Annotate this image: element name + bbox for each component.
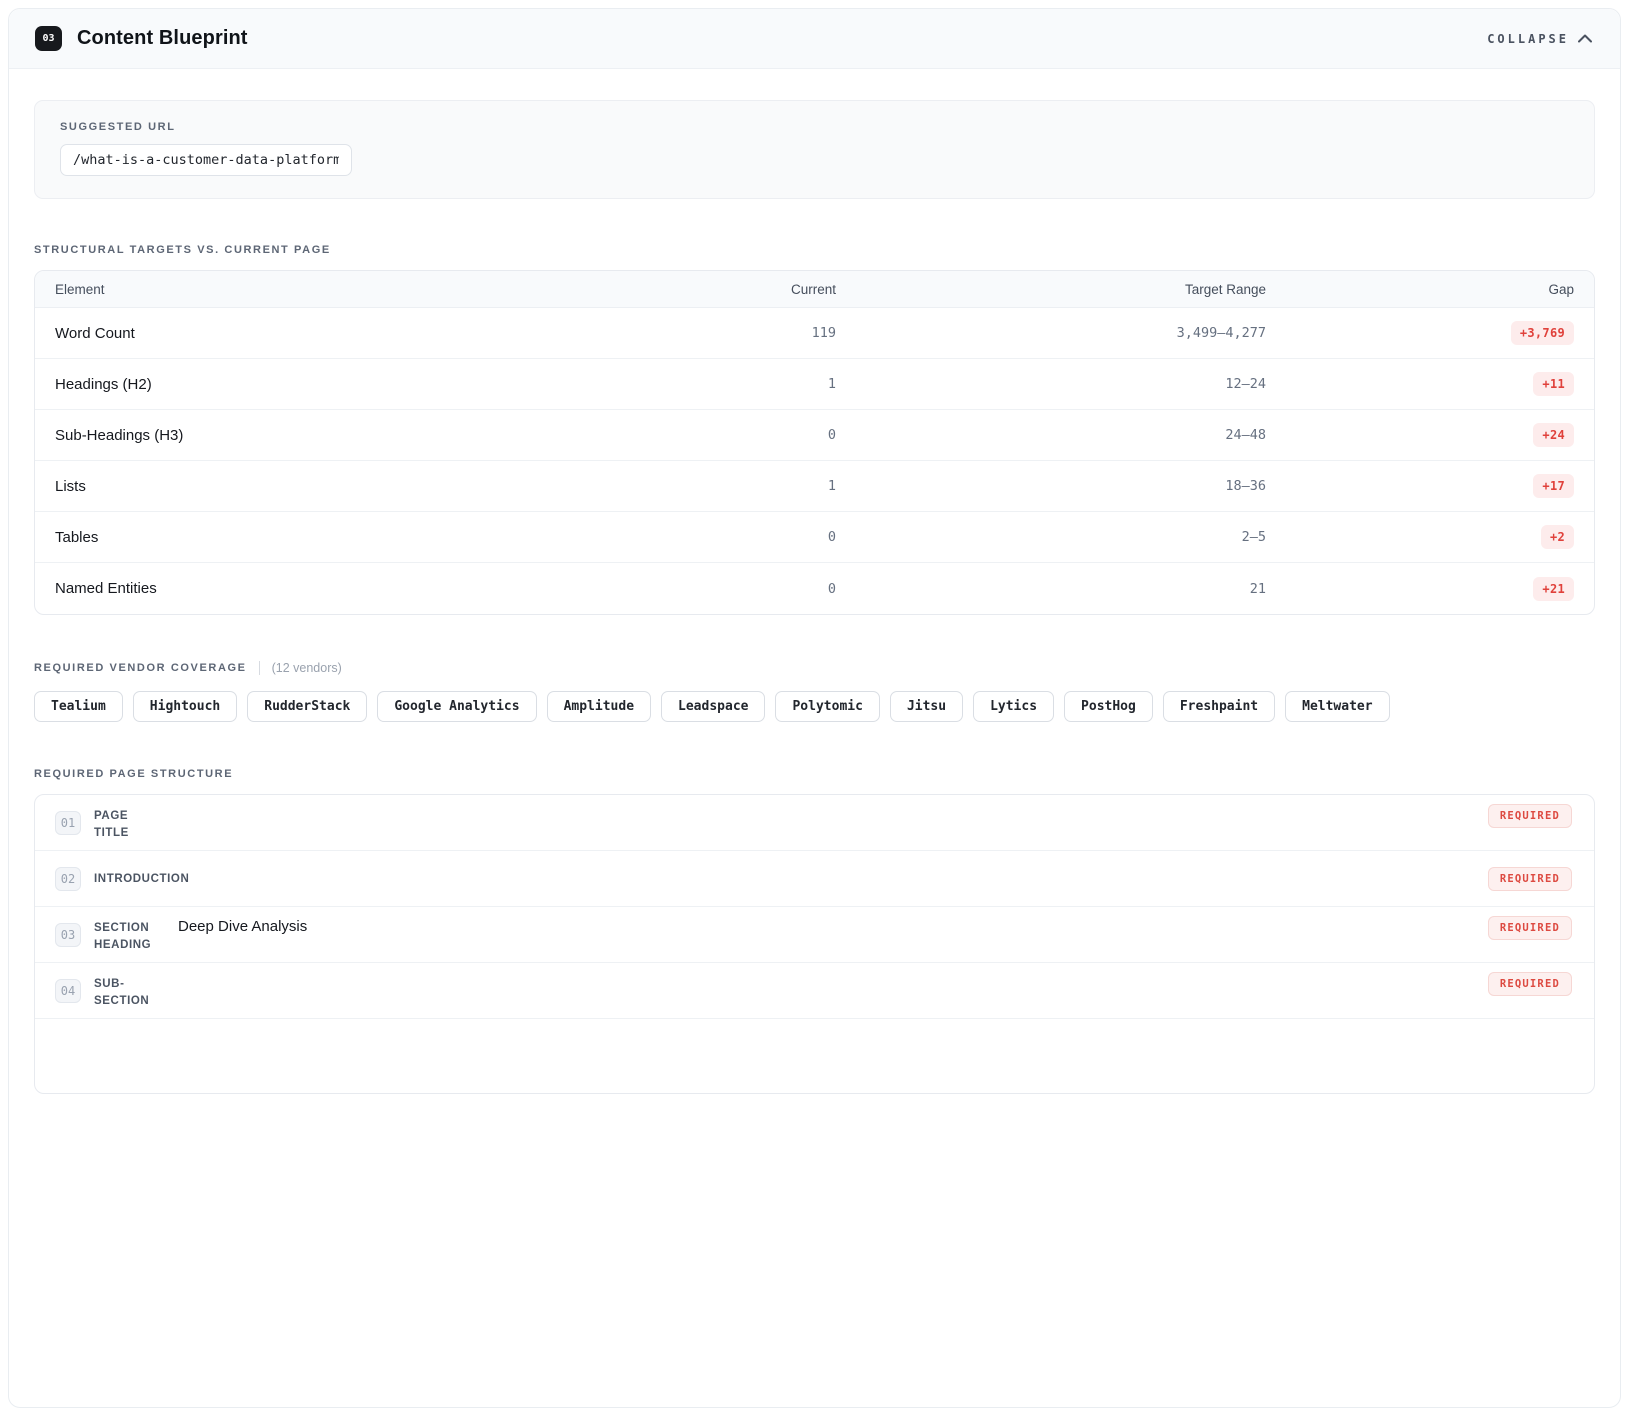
vendor-chip[interactable]: Tealium [34,691,123,722]
current-value: 1 [666,376,836,392]
suggested-url-card: SUGGESTED URL [34,100,1595,199]
structure-row: 03 SECTION HEADING Deep Dive Analysis RE… [35,907,1594,963]
vendor-chip[interactable]: Freshpaint [1163,691,1275,722]
target-range-value: 3,499–4,277 [836,325,1266,341]
structure-row: 04 SUB-SECTION REQUIRED [35,963,1594,1019]
gap-badge: +21 [1533,577,1574,601]
target-range-value: 12–24 [836,376,1266,392]
table-row: Named Entities 0 21 +21 [35,563,1594,614]
gap-badge: +24 [1533,423,1574,447]
current-value: 119 [666,325,836,341]
vendor-chip[interactable]: RudderStack [247,691,367,722]
vendor-chip-list: Tealium Hightouch RudderStack Google Ana… [34,691,1595,722]
vendor-chip[interactable]: Jitsu [890,691,963,722]
page-structure-label: REQUIRED PAGE STRUCTURE [34,768,1595,780]
structure-row-content: SUB-SECTION REQUIRED [94,972,1572,1009]
current-value: 0 [666,581,836,597]
element-name: Lists [55,478,666,495]
vendor-chip[interactable]: Polytomic [775,691,879,722]
vendor-chip[interactable]: Lytics [973,691,1054,722]
structure-row: 01 PAGE TITLE REQUIRED [35,795,1594,851]
table-row: Lists 1 18–36 +17 [35,461,1594,512]
vendor-count: (12 vendors) [272,661,342,675]
column-header-current: Current [666,282,836,297]
suggested-url-input[interactable] [60,144,352,176]
structure-row-content: INTRODUCTION REQUIRED [94,867,1572,891]
structural-targets-table: Element Current Target Range Gap Word Co… [34,270,1595,615]
element-name: Headings (H2) [55,376,666,393]
chevron-up-icon [1578,34,1592,43]
structure-title: Deep Dive Analysis [178,918,307,935]
page-title: Content Blueprint [77,27,248,50]
target-range-value: 2–5 [836,529,1266,545]
divider [259,661,260,675]
gap-badge: +2 [1541,525,1574,549]
element-name: Word Count [55,325,666,342]
structural-targets-label: STRUCTURAL TARGETS VS. CURRENT PAGE [34,244,1595,256]
page-structure-list: 01 PAGE TITLE REQUIRED 02 INTRODUCTION R… [34,794,1595,1094]
current-value: 0 [666,529,836,545]
vendor-coverage-label: REQUIRED VENDOR COVERAGE [34,662,247,674]
gap-badge: +17 [1533,474,1574,498]
vendor-chip[interactable]: Leadspace [661,691,765,722]
target-range-value: 18–36 [836,478,1266,494]
structure-type-label: INTRODUCTION [94,871,156,888]
vendor-chip[interactable]: Amplitude [547,691,651,722]
element-name: Tables [55,529,666,546]
structure-type-label: SECTION HEADING [94,920,156,953]
vendor-chip[interactable]: Hightouch [133,691,237,722]
table-row: Headings (H2) 1 12–24 +11 [35,359,1594,410]
structure-number-badge: 02 [55,867,81,891]
panel-content: SUGGESTED URL STRUCTURAL TARGETS VS. CUR… [9,69,1620,1094]
element-name: Sub-Headings (H3) [55,427,666,444]
table-header-row: Element Current Target Range Gap [35,271,1594,308]
current-value: 1 [666,478,836,494]
vendor-chip[interactable]: PostHog [1064,691,1153,722]
element-name: Named Entities [55,580,666,597]
target-range-value: 24–48 [836,427,1266,443]
panel-header: 03 Content Blueprint COLLAPSE [9,9,1620,69]
structure-type-label: SUB-SECTION [94,976,156,1009]
table-row: Tables 0 2–5 +2 [35,512,1594,563]
structure-number-badge: 01 [55,811,81,835]
required-badge: REQUIRED [1488,916,1572,940]
table-row: Word Count 119 3,499–4,277 +3,769 [35,308,1594,359]
vendor-chip[interactable]: Google Analytics [377,691,536,722]
table-row: Sub-Headings (H3) 0 24–48 +24 [35,410,1594,461]
gap-badge: +11 [1533,372,1574,396]
required-badge: REQUIRED [1488,804,1572,828]
required-badge: REQUIRED [1488,867,1572,891]
suggested-url-label: SUGGESTED URL [60,121,1569,133]
structure-number-badge: 04 [55,979,81,1003]
structure-type-label: PAGE TITLE [94,808,156,841]
step-number-badge: 03 [35,26,62,51]
vendor-chip[interactable]: Meltwater [1285,691,1389,722]
target-range-value: 21 [836,581,1266,597]
column-header-target-range: Target Range [836,282,1266,297]
collapse-button[interactable]: COLLAPSE [1487,32,1592,46]
collapse-button-label: COLLAPSE [1487,32,1569,46]
content-blueprint-panel: 03 Content Blueprint COLLAPSE SUGGESTED … [8,8,1621,1408]
structure-row-content: SECTION HEADING Deep Dive Analysis REQUI… [94,916,1572,953]
vendor-coverage-header: REQUIRED VENDOR COVERAGE (12 vendors) [34,661,1595,675]
column-header-gap: Gap [1266,282,1574,297]
structure-number-badge: 03 [55,923,81,947]
structure-row-content: PAGE TITLE REQUIRED [94,804,1572,841]
gap-badge: +3,769 [1511,321,1574,345]
column-header-element: Element [55,282,666,297]
current-value: 0 [666,427,836,443]
required-badge: REQUIRED [1488,972,1572,996]
structure-row: 02 INTRODUCTION REQUIRED [35,851,1594,907]
